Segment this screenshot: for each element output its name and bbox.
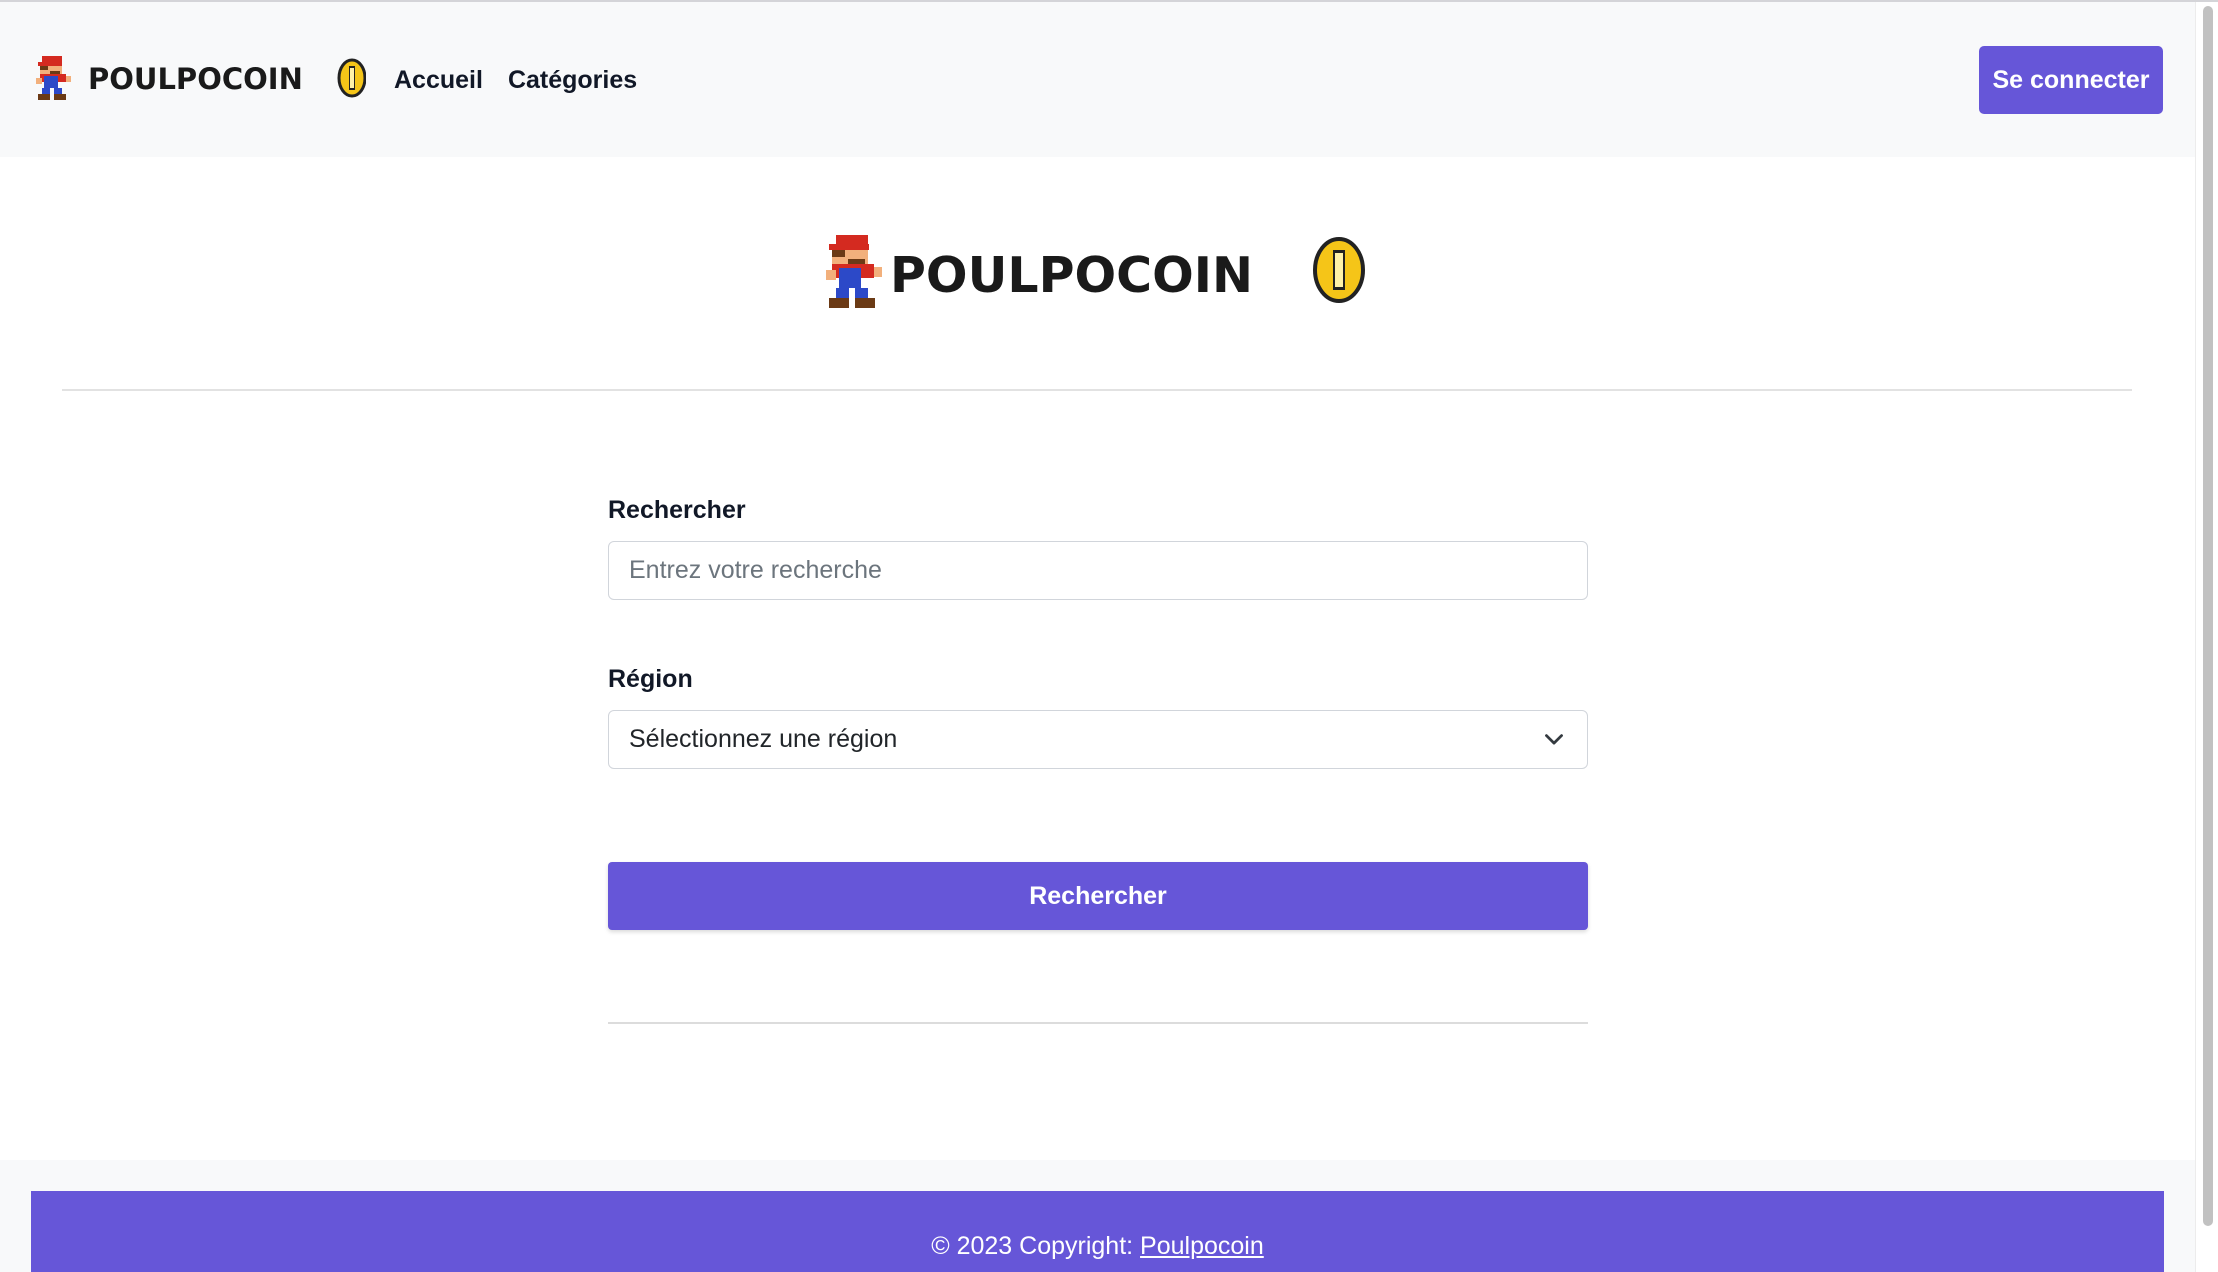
footer-copyright: © 2023 Copyright: Poulpocoin	[31, 1231, 2164, 1261]
footer-link-poulpocoin[interactable]: Poulpocoin	[1140, 1232, 1264, 1260]
nav-logo: POULPOCOIN	[36, 56, 366, 100]
mario-icon	[36, 56, 71, 100]
search-form: Rechercher Région Sélectionnez une régio…	[608, 490, 1588, 1024]
nav-logo-text: POULPOCOIN	[88, 62, 303, 96]
form-divider	[608, 1022, 1588, 1024]
coin-icon	[337, 58, 366, 98]
hero-logo: POULPOCOIN	[826, 235, 1365, 308]
region-label: Région	[608, 665, 693, 693]
navbar: POULPOCOIN Accueil Catégories Se connect…	[0, 2, 2195, 157]
footer-copyright-text: © 2023 Copyright:	[931, 1232, 1141, 1260]
page-scrollbar[interactable]	[2195, 2, 2218, 1272]
nav-link-categories[interactable]: Catégories	[508, 62, 637, 98]
scrollbar-thumb[interactable]	[2203, 6, 2213, 1226]
hero-logo-text: POULPOCOIN	[890, 247, 1253, 304]
login-button[interactable]: Se connecter	[1979, 46, 2163, 114]
nav-link-accueil[interactable]: Accueil	[394, 62, 483, 98]
header-divider	[62, 389, 2132, 391]
region-select[interactable]: Sélectionnez une région	[608, 710, 1588, 769]
search-label: Rechercher	[608, 496, 746, 524]
search-submit-button[interactable]: Rechercher	[608, 862, 1588, 930]
region-select-value: Sélectionnez une région	[629, 725, 898, 753]
chevron-down-icon	[1545, 734, 1563, 745]
search-input[interactable]	[608, 541, 1588, 600]
hero-coin-icon	[1313, 237, 1365, 303]
footer: © 2023 Copyright: Poulpocoin	[31, 1191, 2164, 1272]
nav-links: Accueil Catégories	[394, 62, 637, 98]
hero-mario-icon	[826, 235, 882, 308]
